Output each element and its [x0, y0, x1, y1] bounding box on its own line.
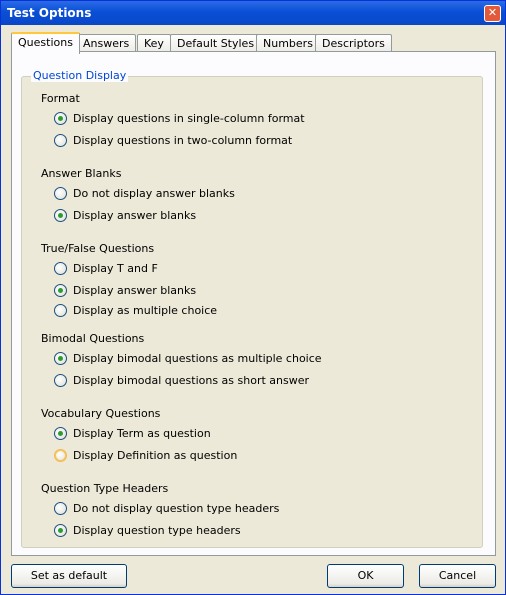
radio-label: Display bimodal questions as multiple ch… — [73, 351, 322, 365]
cancel-button[interactable]: Cancel — [419, 564, 496, 588]
section-vocabulary-label: Vocabulary Questions — [41, 407, 161, 420]
section-format-label: Format — [41, 92, 80, 105]
radio-checked-icon — [54, 111, 67, 125]
radio-label: Display question type headers — [73, 523, 241, 537]
radio-tf-answer-blanks[interactable]: Display answer blanks — [54, 282, 196, 298]
radio-label: Do not display question type headers — [73, 501, 280, 515]
tab-key[interactable]: Key — [137, 34, 171, 52]
radio-unchecked-icon — [54, 303, 67, 317]
radio-unchecked-icon — [54, 501, 67, 515]
radio-checked-icon — [54, 426, 67, 440]
radio-label: Display Term as question — [73, 426, 211, 440]
radio-unchecked-icon — [54, 261, 67, 275]
radio-label: Display bimodal questions as short answe… — [73, 373, 310, 387]
radio-checked-icon — [54, 208, 67, 222]
radio-checked-icon — [54, 351, 67, 365]
title-bar[interactable]: Test Options ✕ — [1, 1, 505, 25]
section-answer-blanks-label: Answer Blanks — [41, 167, 122, 180]
radio-bimodal-multiple-choice[interactable]: Display bimodal questions as multiple ch… — [54, 350, 322, 366]
radio-unchecked-icon — [54, 186, 67, 200]
radio-label: Display questions in single-column forma… — [73, 111, 305, 125]
section-bimodal-label: Bimodal Questions — [41, 332, 145, 345]
radio-no-type-headers[interactable]: Do not display question type headers — [54, 500, 279, 516]
tab-default-styles[interactable]: Default Styles — [170, 34, 262, 52]
tab-questions[interactable]: Questions — [11, 32, 80, 54]
radio-tf-multiple-choice[interactable]: Display as multiple choice — [54, 302, 217, 318]
radio-label: Display answer blanks — [73, 283, 197, 297]
close-icon[interactable]: ✕ — [484, 5, 501, 22]
radio-display-t-and-f[interactable]: Display T and F — [54, 260, 158, 276]
radio-unchecked-icon — [54, 373, 67, 387]
set-as-default-button[interactable]: Set as default — [11, 564, 127, 588]
tab-descriptors[interactable]: Descriptors — [315, 34, 392, 52]
group-legend: Question Display — [31, 69, 129, 82]
radio-single-column[interactable]: Display questions in single-column forma… — [54, 110, 305, 126]
window-title: Test Options — [7, 6, 92, 20]
radio-bimodal-short-answer[interactable]: Display bimodal questions as short answe… — [54, 372, 309, 388]
radio-label: Display Definition as question — [73, 448, 238, 462]
radio-label: Display answer blanks — [73, 208, 197, 222]
radio-checked-icon — [54, 283, 67, 297]
tab-answers[interactable]: Answers — [76, 34, 137, 52]
section-true-false-label: True/False Questions — [41, 242, 155, 255]
radio-label: Display as multiple choice — [73, 303, 218, 317]
radio-checked-icon — [54, 523, 67, 537]
radio-unchecked-icon — [54, 133, 67, 147]
radio-display-answer-blanks[interactable]: Display answer blanks — [54, 207, 196, 223]
ok-button[interactable]: OK — [327, 564, 404, 588]
radio-label: Do not display answer blanks — [73, 186, 235, 200]
tab-numbers[interactable]: Numbers — [256, 34, 320, 52]
radio-two-column[interactable]: Display questions in two-column format — [54, 132, 292, 148]
radio-label: Display T and F — [73, 261, 158, 275]
radio-no-answer-blanks[interactable]: Do not display answer blanks — [54, 185, 235, 201]
radio-definition-as-question[interactable]: Display Definition as question — [54, 447, 237, 463]
section-type-headers-label: Question Type Headers — [41, 482, 169, 495]
radio-term-as-question[interactable]: Display Term as question — [54, 425, 211, 441]
radio-unchecked-icon — [54, 448, 67, 462]
test-options-dialog: Test Options ✕ Questions Answers Key Def… — [0, 0, 506, 595]
radio-label: Display questions in two-column format — [73, 133, 293, 147]
radio-display-type-headers[interactable]: Display question type headers — [54, 522, 241, 538]
